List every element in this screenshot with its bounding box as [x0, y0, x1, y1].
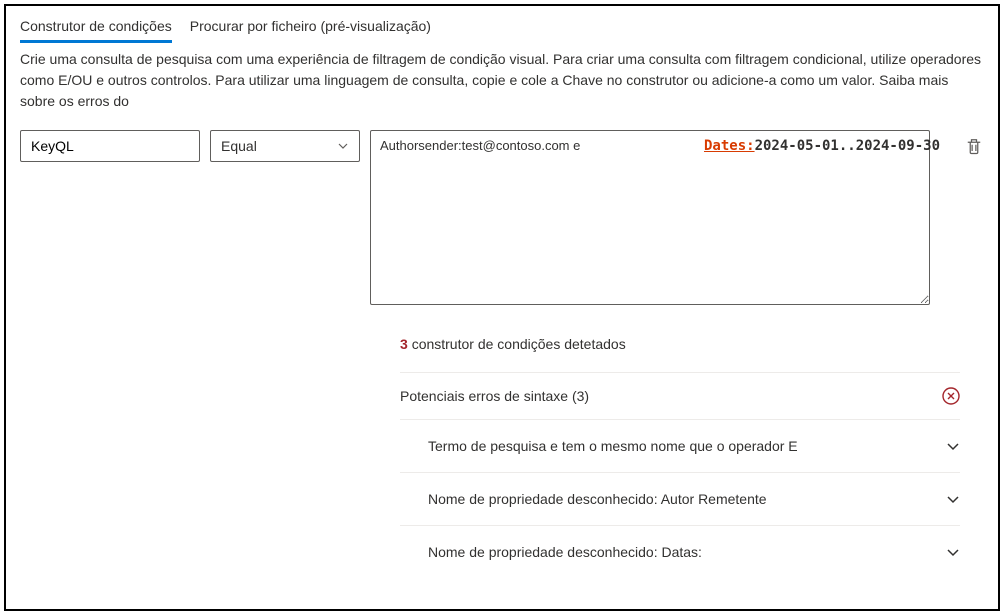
error-item-text: Nome de propriedade desconhecido: Datas:	[428, 544, 702, 560]
value-textarea[interactable]	[370, 130, 930, 305]
chevron-down-icon	[946, 439, 960, 453]
tabs-bar: Construtor de condições Procurar por fic…	[20, 18, 984, 43]
condition-row: Equal Authorsender:test@contoso.com e Da…	[20, 130, 984, 308]
syntax-errors-title: Potenciais erros de sintaxe (3)	[400, 388, 589, 404]
chevron-down-icon	[946, 492, 960, 506]
tab-condition-builder[interactable]: Construtor de condições	[20, 18, 172, 43]
field-input[interactable]	[20, 130, 200, 162]
error-item-2[interactable]: Nome de propriedade desconhecido: Autor …	[400, 472, 960, 525]
description-text: Crie uma consulta de pesquisa com uma ex…	[20, 49, 984, 112]
operator-select[interactable]: Equal	[210, 130, 360, 162]
value-wrapper: Authorsender:test@contoso.com e Dates:20…	[370, 130, 950, 308]
tab-file-search[interactable]: Procurar por ficheiro (pré-visualização)	[190, 18, 431, 43]
error-count-number: 3	[400, 336, 408, 352]
error-count-label: construtor de condições detetados	[412, 336, 626, 352]
chevron-down-icon	[946, 545, 960, 559]
error-item-1[interactable]: Termo de pesquisa e tem o mesmo nome que…	[400, 419, 960, 472]
syntax-errors-header[interactable]: Potenciais erros de sintaxe (3)	[400, 373, 960, 419]
error-item-3[interactable]: Nome de propriedade desconhecido: Datas:	[400, 525, 960, 578]
results-section: 3 construtor de condições detetados Pote…	[400, 336, 960, 578]
error-item-text: Termo de pesquisa e tem o mesmo nome que…	[428, 438, 798, 454]
delete-icon[interactable]	[964, 136, 984, 156]
error-item-text: Nome de propriedade desconhecido: Autor …	[428, 491, 767, 507]
operator-value: Equal	[221, 138, 257, 154]
chevron-down-icon	[337, 140, 349, 152]
error-count-line: 3 construtor de condições detetados	[400, 336, 960, 352]
error-circle-icon	[942, 387, 960, 405]
